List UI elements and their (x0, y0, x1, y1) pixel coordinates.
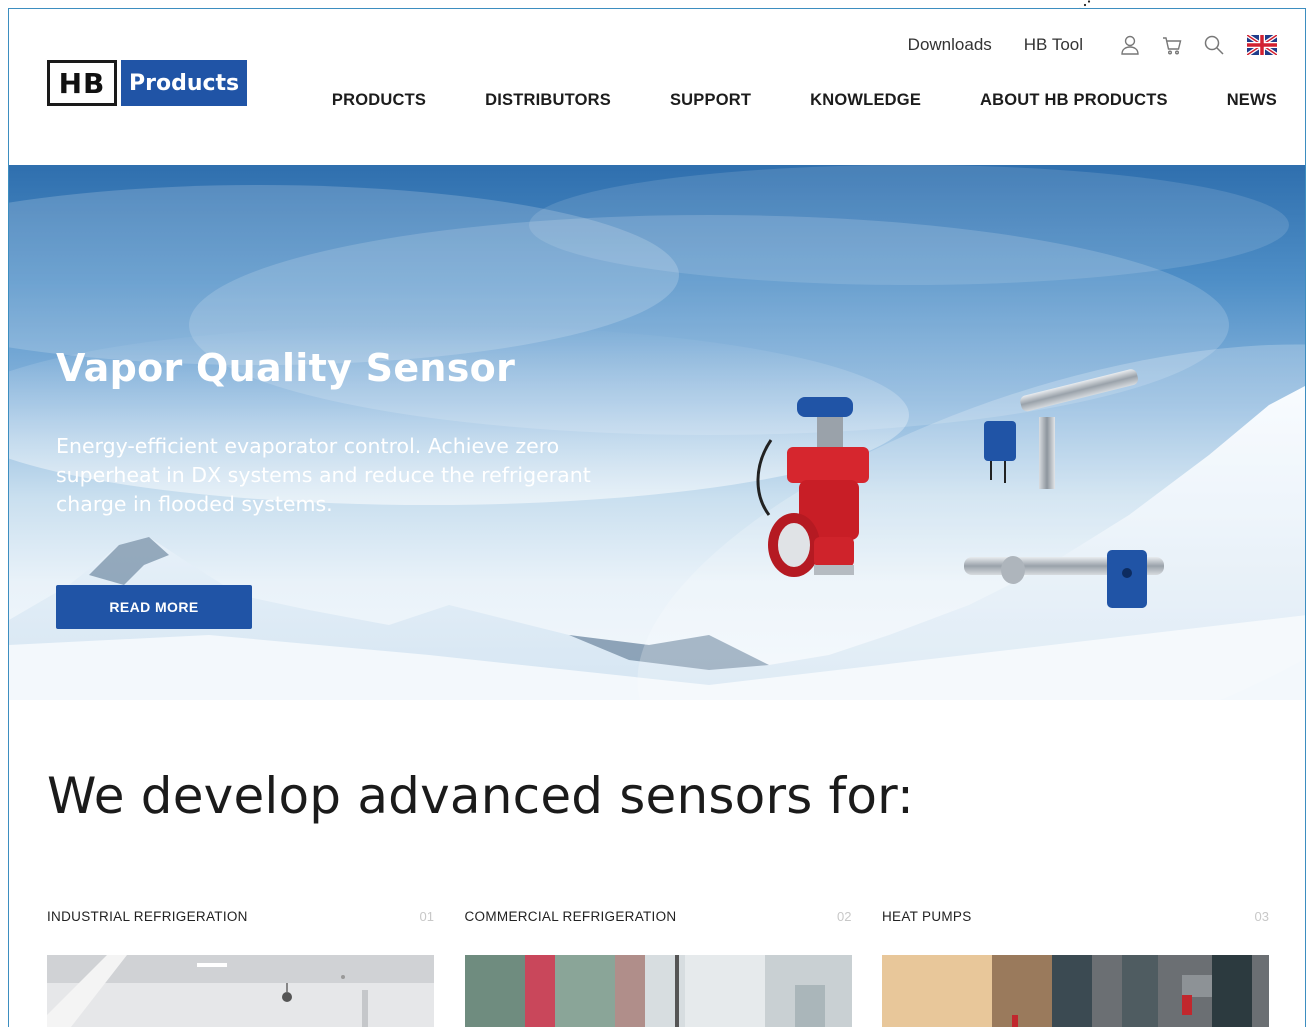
site-logo[interactable]: HB Products (47, 60, 248, 106)
category-number: 03 (1254, 908, 1269, 924)
nav-news[interactable]: NEWS (1227, 91, 1277, 110)
category-label: HEAT PUMPS (882, 908, 972, 924)
hero-banner: Vapor Quality Sensor Energy-efficient ev… (9, 165, 1305, 700)
category-label: INDUSTRIAL REFRIGERATION (47, 908, 248, 924)
category-number: 02 (837, 908, 852, 924)
downloads-link[interactable]: Downloads (908, 35, 992, 55)
category-image-industrial[interactable] (47, 955, 434, 1027)
hb-tool-link[interactable]: HB Tool (1024, 35, 1083, 55)
main-nav: PRODUCTS DISTRIBUTORS SUPPORT KNOWLEDGE … (332, 89, 1277, 111)
hero-description: Energy-efficient evaporator control. Ach… (56, 434, 591, 516)
uk-flag-icon[interactable] (1247, 35, 1277, 55)
category-list: INDUSTRIAL REFRIGERATION 01 COMMERCIAL R (47, 907, 1269, 1027)
category-card-heat-pumps[interactable]: HEAT PUMPS 03 (882, 907, 1269, 1027)
category-header: INDUSTRIAL REFRIGERATION 01 (47, 907, 434, 925)
site-header: HB Products Downloads HB Tool PRODUCTS D… (9, 9, 1305, 165)
cart-icon[interactable] (1161, 34, 1183, 56)
nav-support[interactable]: SUPPORT (670, 91, 751, 110)
category-label: COMMERCIAL REFRIGERATION (464, 908, 677, 924)
nav-knowledge[interactable]: KNOWLEDGE (810, 91, 921, 110)
read-more-button[interactable]: READ MORE (56, 585, 252, 629)
page-frame: HB Products Downloads HB Tool PRODUCTS D… (8, 8, 1306, 1027)
category-card-industrial[interactable]: INDUSTRIAL REFRIGERATION 01 (47, 907, 434, 1027)
utility-nav: Downloads HB Tool (908, 33, 1277, 57)
category-card-commercial[interactable]: COMMERCIAL REFRIGERATION 02 (464, 907, 852, 1027)
logo-products: Products (121, 60, 248, 106)
nav-distributors[interactable]: DISTRIBUTORS (485, 91, 611, 110)
category-number: 01 (419, 908, 434, 924)
nav-products[interactable]: PRODUCTS (332, 91, 426, 110)
logo-hb: HB (47, 60, 117, 106)
category-header: COMMERCIAL REFRIGERATION 02 (465, 907, 852, 925)
nav-about[interactable]: ABOUT HB PRODUCTS (980, 91, 1168, 110)
category-image-heat-pumps[interactable] (882, 955, 1269, 1027)
hero-title: Vapor Quality Sensor (56, 346, 516, 390)
category-header: HEAT PUMPS 03 (882, 907, 1269, 925)
category-image-commercial[interactable] (464, 955, 852, 1027)
user-icon[interactable] (1119, 34, 1141, 56)
search-icon[interactable] (1203, 34, 1225, 56)
intro-heading: We develop advanced sensors for: (47, 767, 915, 825)
